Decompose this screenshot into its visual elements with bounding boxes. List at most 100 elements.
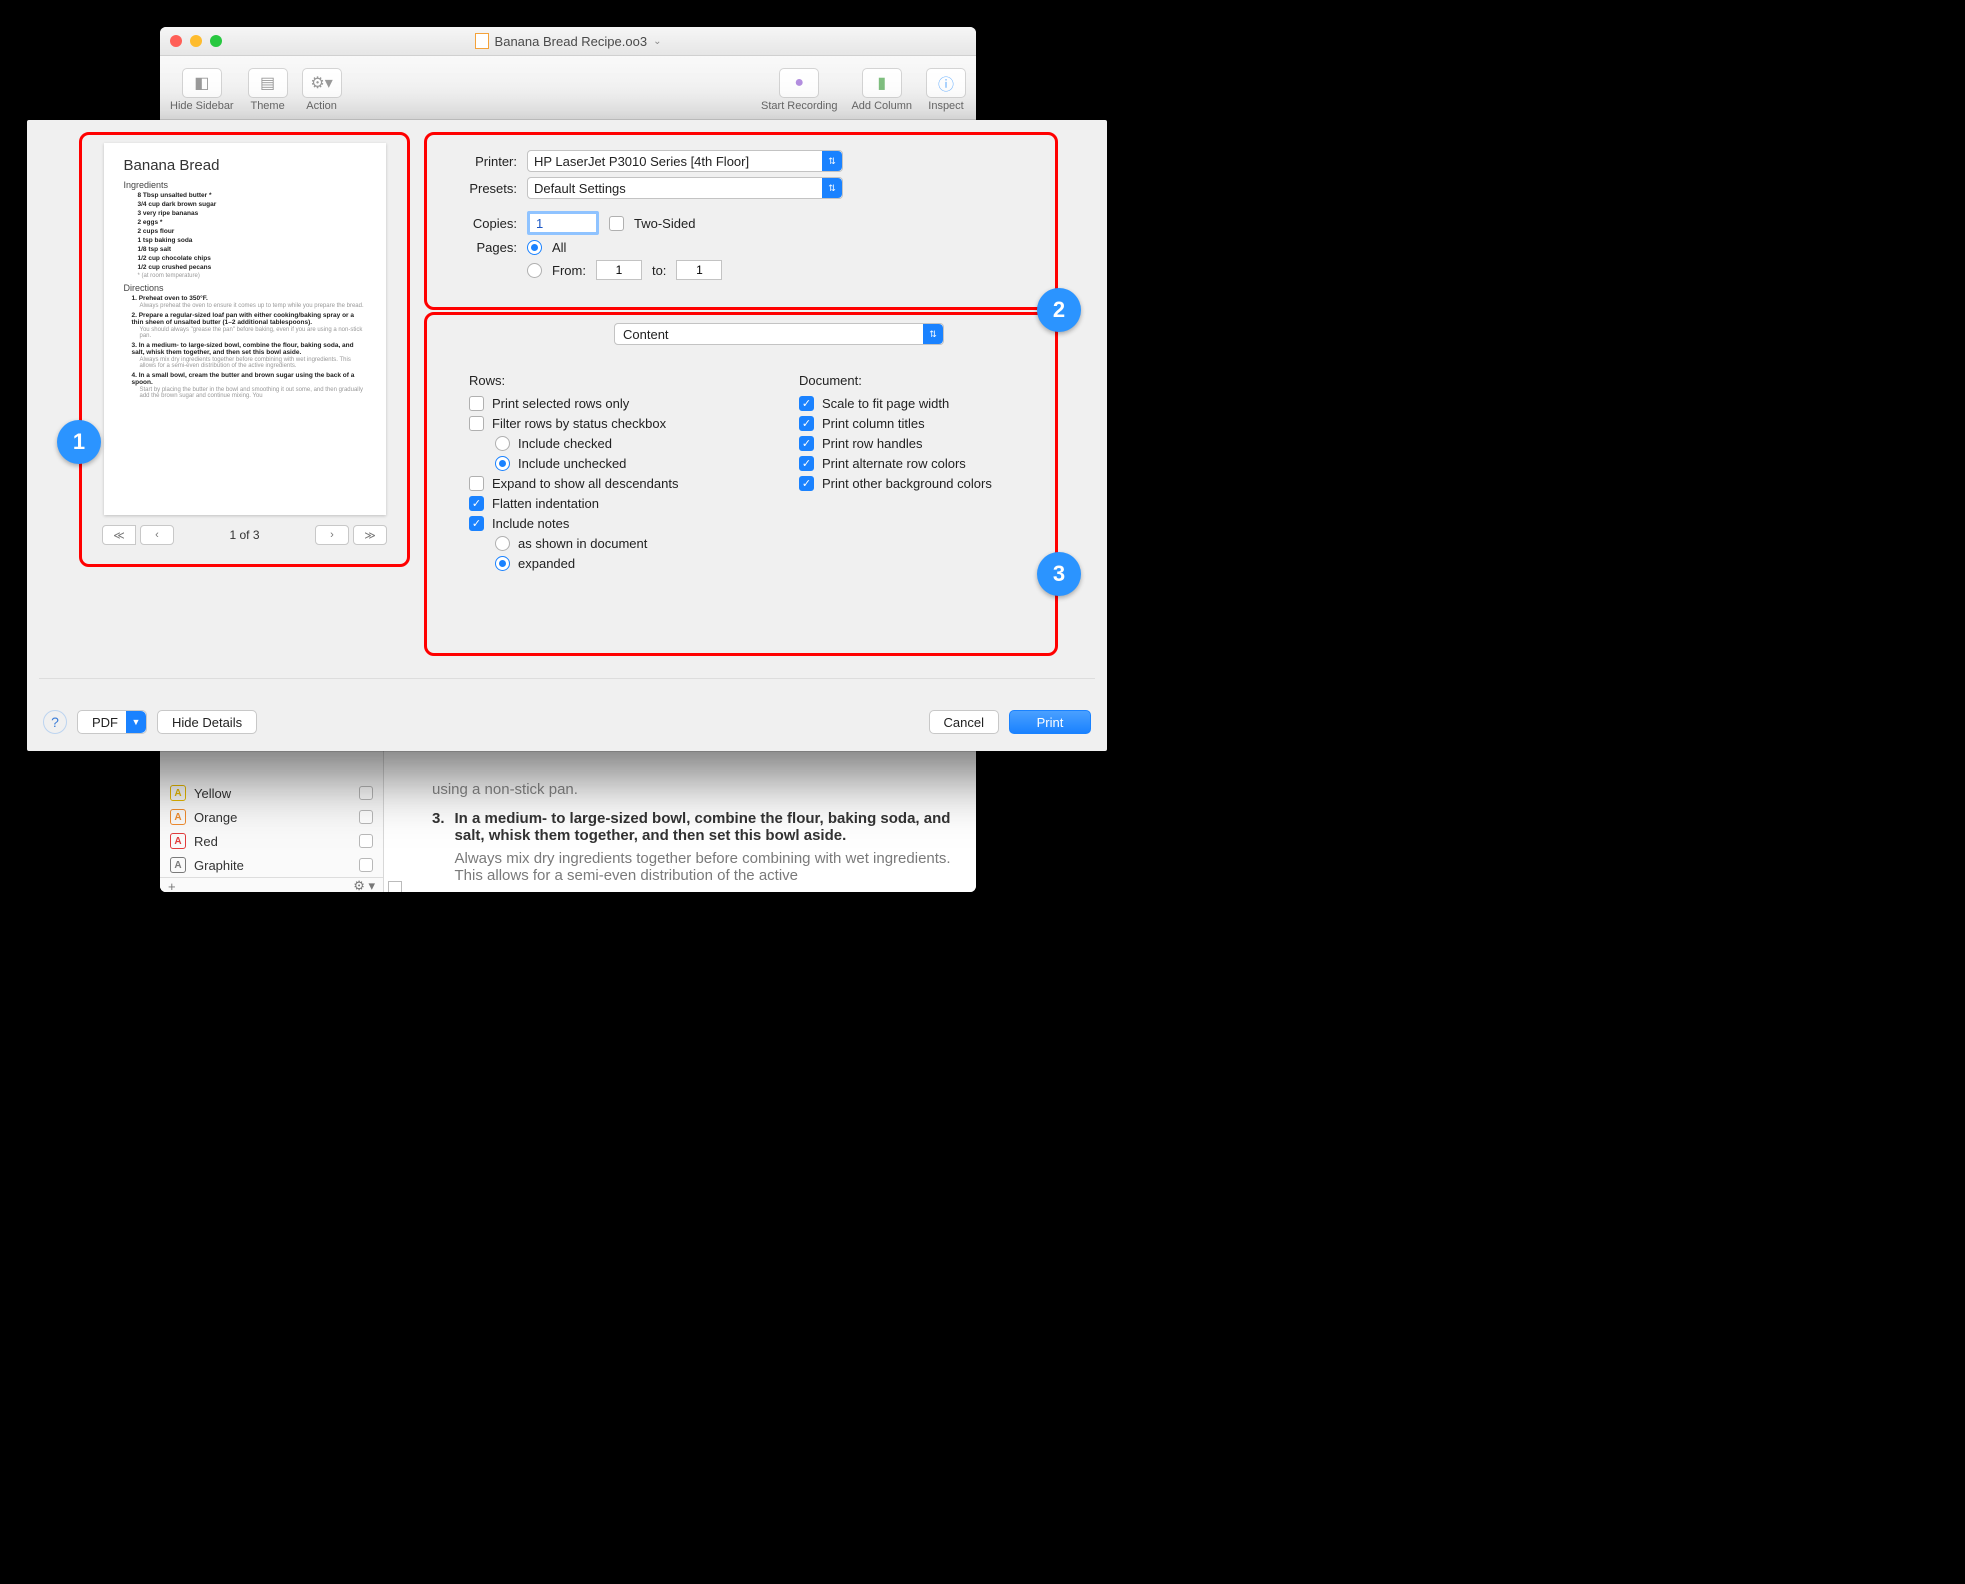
- notes-expanded-radio[interactable]: [495, 556, 510, 571]
- print-column-titles-checkbox[interactable]: ✓: [799, 416, 814, 431]
- ingredient-line: 1 tsp baking soda: [138, 237, 366, 244]
- include-unchecked-radio[interactable]: [495, 456, 510, 471]
- pages-all-radio[interactable]: [527, 240, 542, 255]
- print-alt-colors-checkbox[interactable]: ✓: [799, 456, 814, 471]
- pages-all-label: All: [552, 240, 566, 255]
- info-icon: ⓘ: [926, 68, 966, 98]
- pages-from-input[interactable]: [596, 260, 642, 280]
- chevron-down-icon: ▼: [126, 711, 146, 733]
- print-selected-rows-checkbox[interactable]: [469, 396, 484, 411]
- cancel-button[interactable]: Cancel: [929, 710, 999, 734]
- printer-select[interactable]: HP LaserJet P3010 Series [4th Floor]⇅: [527, 150, 843, 172]
- color-swatch-icon: A: [170, 785, 186, 801]
- last-page-button[interactable]: ≫: [353, 525, 387, 545]
- pages-to-label: to:: [652, 263, 666, 278]
- titlebar: Banana Bread Recipe.oo3 ⌄: [160, 27, 976, 56]
- title-chevron-icon[interactable]: ⌄: [653, 36, 661, 47]
- direction-note: Always preheat the oven to ensure it com…: [140, 303, 366, 309]
- direction-line: 2. Prepare a regular-sized loaf pan with…: [132, 312, 366, 326]
- sidebar-gear-icon[interactable]: ⚙ ▾: [353, 878, 375, 892]
- color-name: Yellow: [194, 786, 231, 801]
- step-number: 3.: [432, 810, 445, 884]
- content-options-section: Content⇅ Rows: Print selected rows only …: [424, 312, 1058, 656]
- prev-page-button[interactable]: ‹: [140, 525, 174, 545]
- presets-label: Presets:: [447, 181, 517, 196]
- color-checkbox[interactable]: [359, 834, 373, 848]
- direction-note: You should always "grease the pan" befor…: [140, 327, 366, 339]
- include-notes-checkbox[interactable]: ✓: [469, 516, 484, 531]
- ingredient-line: 1/2 cup chocolate chips: [138, 255, 366, 262]
- mic-icon: ●: [779, 68, 819, 98]
- start-recording-button[interactable]: ●Start Recording: [761, 68, 837, 112]
- ingredient-line: 2 cups flour: [138, 228, 366, 235]
- pages-from-radio[interactable]: [527, 263, 542, 278]
- scale-fit-checkbox[interactable]: ✓: [799, 396, 814, 411]
- direction-line: 4. In a small bowl, cream the butter and…: [132, 372, 366, 386]
- pdf-button[interactable]: PDF▼: [77, 710, 147, 734]
- color-checkbox[interactable]: [359, 858, 373, 872]
- next-page-button[interactable]: ›: [315, 525, 349, 545]
- print-button[interactable]: Print: [1009, 710, 1091, 734]
- ingredient-line: 3 very ripe bananas: [138, 210, 366, 217]
- flatten-indentation-checkbox[interactable]: ✓: [469, 496, 484, 511]
- sidebar-color-item[interactable]: AOrange: [160, 805, 383, 829]
- direction-note: Start by placing the butter in the bowl …: [140, 387, 366, 399]
- partial-line: using a non-stick pan.: [432, 781, 952, 798]
- rows-header: Rows:: [469, 373, 759, 388]
- callout-badge-1: 1: [57, 420, 101, 464]
- print-dialog: Banana Bread Ingredients 8 Tbsp unsalted…: [27, 120, 1107, 751]
- copies-input[interactable]: [527, 211, 599, 235]
- two-sided-checkbox[interactable]: [609, 216, 624, 231]
- print-bg-colors-checkbox[interactable]: ✓: [799, 476, 814, 491]
- callout-badge-2: 2: [1037, 288, 1081, 332]
- pages-to-input[interactable]: [676, 260, 722, 280]
- document-icon: [475, 33, 489, 49]
- filter-rows-checkbox[interactable]: [469, 416, 484, 431]
- action-button[interactable]: ⚙▾Action: [302, 68, 342, 112]
- theme-icon: ▤: [248, 68, 288, 98]
- presets-select[interactable]: Default Settings⇅: [527, 177, 843, 199]
- chevron-updown-icon: ⇅: [822, 178, 842, 198]
- ingredient-line: 8 Tbsp unsalted butter *: [138, 192, 366, 199]
- ingredient-line: 1/8 tsp salt: [138, 246, 366, 253]
- help-button[interactable]: ?: [43, 710, 67, 734]
- step-note: Always mix dry ingredients together befo…: [455, 850, 952, 884]
- toolbar: ◧Hide Sidebar ▤Theme ⚙▾Action ●Start Rec…: [160, 56, 976, 121]
- first-page-button[interactable]: ≪: [102, 525, 136, 545]
- sidebar-color-item[interactable]: AGraphite: [160, 853, 383, 877]
- callout-badge-3: 3: [1037, 552, 1081, 596]
- copies-label: Copies:: [447, 216, 517, 231]
- preview-title: Banana Bread: [124, 157, 366, 174]
- document-header: Document:: [799, 373, 992, 388]
- color-swatch-icon: A: [170, 857, 186, 873]
- page-indicator: 1 of 3: [188, 528, 301, 542]
- step-title: In a medium- to large-sized bowl, combin…: [455, 810, 952, 844]
- hide-details-button[interactable]: Hide Details: [157, 710, 257, 734]
- ingredient-line: 2 eggs *: [138, 219, 366, 226]
- hide-sidebar-button[interactable]: ◧Hide Sidebar: [170, 68, 234, 112]
- color-checkbox[interactable]: [359, 786, 373, 800]
- two-sided-label: Two-Sided: [634, 216, 695, 231]
- inspect-button[interactable]: ⓘInspect: [926, 68, 966, 112]
- theme-button[interactable]: ▤Theme: [248, 68, 288, 112]
- add-column-button[interactable]: ▮Add Column: [851, 68, 912, 112]
- sidebar-color-item[interactable]: ARed: [160, 829, 383, 853]
- content-select[interactable]: Content⇅: [614, 323, 944, 345]
- expand-descendants-checkbox[interactable]: [469, 476, 484, 491]
- add-button[interactable]: +: [168, 879, 176, 893]
- sidebar-color-item[interactable]: A Yellow: [160, 781, 383, 805]
- notes-as-shown-radio[interactable]: [495, 536, 510, 551]
- dialog-buttons: ? PDF▼ Hide Details Cancel Print: [43, 707, 1091, 737]
- direction-line: 1. Preheat oven to 350°F.: [132, 295, 366, 302]
- notes-icon[interactable]: [388, 881, 402, 892]
- directions-header: Directions: [124, 283, 366, 293]
- pages-label: Pages:: [447, 240, 517, 255]
- color-checkbox[interactable]: [359, 810, 373, 824]
- preview-section: Banana Bread Ingredients 8 Tbsp unsalted…: [79, 132, 410, 567]
- gear-icon: ⚙▾: [302, 68, 342, 98]
- color-name: Orange: [194, 810, 237, 825]
- color-name: Red: [194, 834, 218, 849]
- print-row-handles-checkbox[interactable]: ✓: [799, 436, 814, 451]
- include-checked-radio[interactable]: [495, 436, 510, 451]
- ingredients-header: Ingredients: [124, 180, 366, 190]
